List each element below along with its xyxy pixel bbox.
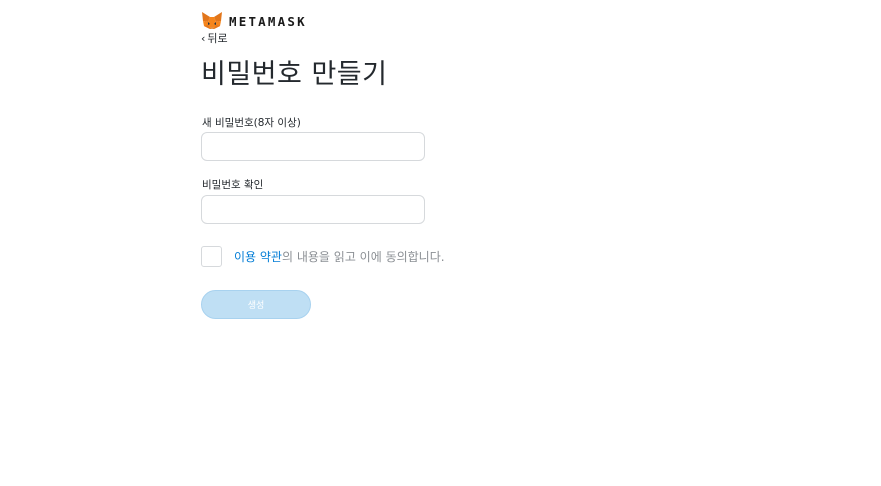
confirm-password-label: 비밀번호 확인 [202,179,264,191]
terms-of-use-link[interactable]: 이용 약관 [234,250,282,264]
confirm-password-field[interactable] [201,195,425,224]
brand-wordmark: METAMASK [229,13,307,29]
back-label: 뒤로 [207,32,228,45]
app-header: METAMASK [201,11,307,31]
page-title: 비밀번호 만들기 [201,59,388,90]
terms-agreement: 이용 약관의 내용을 읽고 이에 동의합니다. [201,246,445,267]
terms-checkbox[interactable] [201,246,222,267]
terms-rest-text: 의 내용을 읽고 이에 동의합니다. [281,250,445,264]
create-password-page: METAMASK ‹ 뒤로 비밀번호 만들기 새 비밀번호(8자 이상) 비밀번… [0,0,881,486]
metamask-fox-icon [201,12,223,30]
new-password-field[interactable] [201,132,425,161]
new-password-label: 새 비밀번호(8자 이상) [202,117,301,129]
back-link[interactable]: ‹ 뒤로 [201,30,228,46]
chevron-left-icon: ‹ [201,31,206,45]
create-button[interactable]: 생성 [201,290,311,319]
terms-text: 이용 약관의 내용을 읽고 이에 동의합니다. [234,248,445,265]
